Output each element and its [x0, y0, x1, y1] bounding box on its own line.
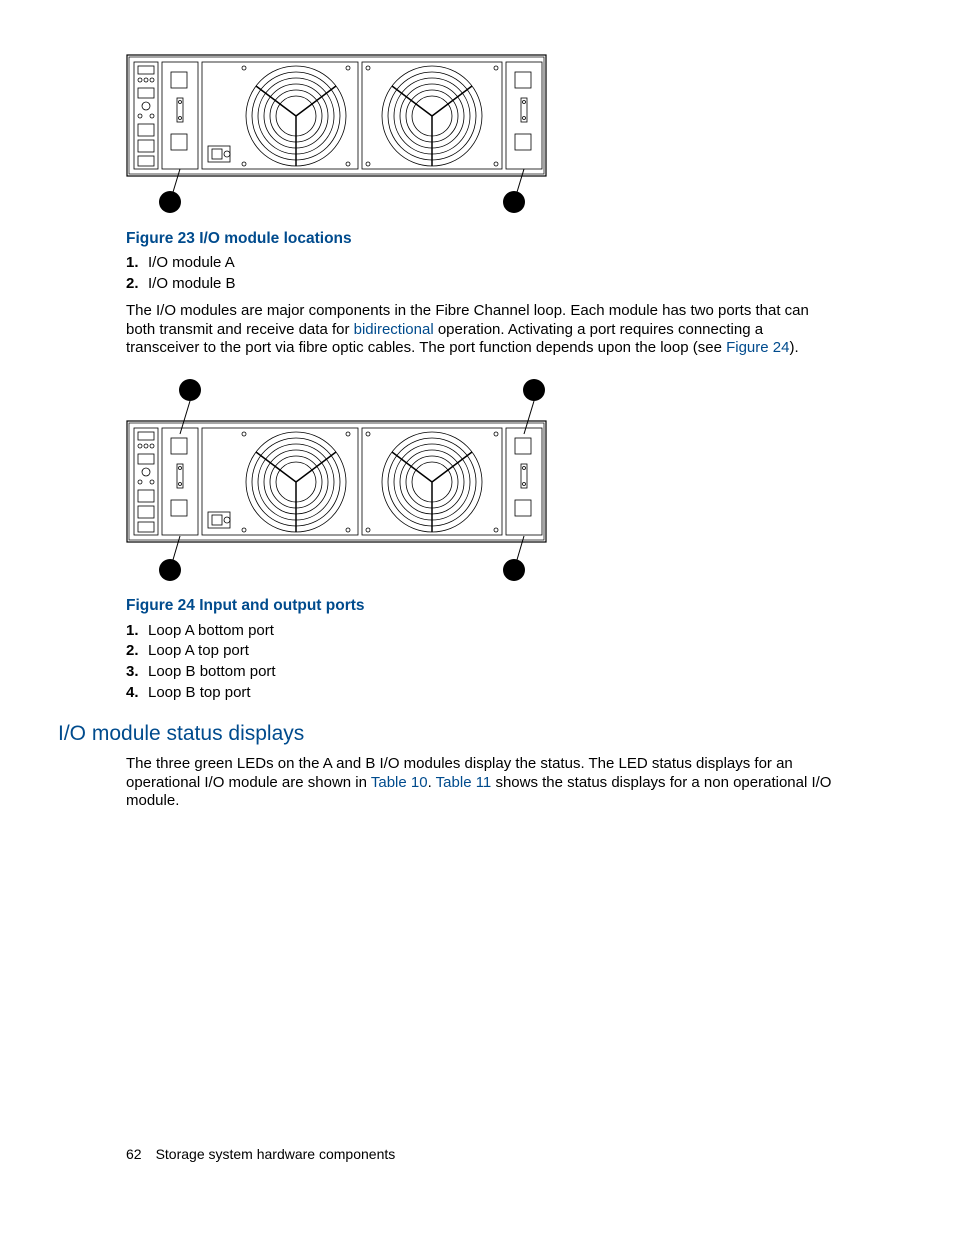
page-footer: 62 Storage system hardware components: [126, 1146, 395, 1164]
figure-23-diagram: [126, 54, 840, 219]
footer-title: Storage system hardware components: [156, 1146, 396, 1162]
fig23-item-1: I/O module A: [148, 254, 235, 271]
fig24-item-2: Loop A top port: [148, 642, 249, 659]
link-bidirectional[interactable]: bidirectional: [354, 321, 434, 338]
fig24-item-4: Loop B top port: [148, 684, 251, 701]
figure-23-caption: Figure 23 I/O module locations: [126, 229, 840, 248]
section-heading-io-status: I/O module status displays: [58, 721, 840, 747]
link-figure-24[interactable]: Figure 24: [726, 339, 789, 356]
link-table-11[interactable]: Table 11: [436, 774, 492, 791]
paragraph-io-status: The three green LEDs on the A and B I/O …: [126, 755, 840, 811]
fig24-item-3: Loop B bottom port: [148, 663, 276, 680]
fig24-item-1: Loop A bottom port: [148, 622, 274, 639]
link-table-10[interactable]: Table 10: [371, 774, 428, 791]
figure-24-list: 1.Loop A bottom port 2.Loop A top port 3…: [126, 622, 840, 703]
figure-24-caption: Figure 24 Input and output ports: [126, 596, 840, 615]
fig23-item-2: I/O module B: [148, 275, 236, 292]
figure-24-diagram: [126, 376, 840, 586]
paragraph-io-modules: The I/O modules are major components in …: [126, 302, 840, 358]
figure-23-list: 1.I/O module A 2.I/O module B: [126, 254, 840, 294]
page-number: 62: [126, 1146, 142, 1162]
